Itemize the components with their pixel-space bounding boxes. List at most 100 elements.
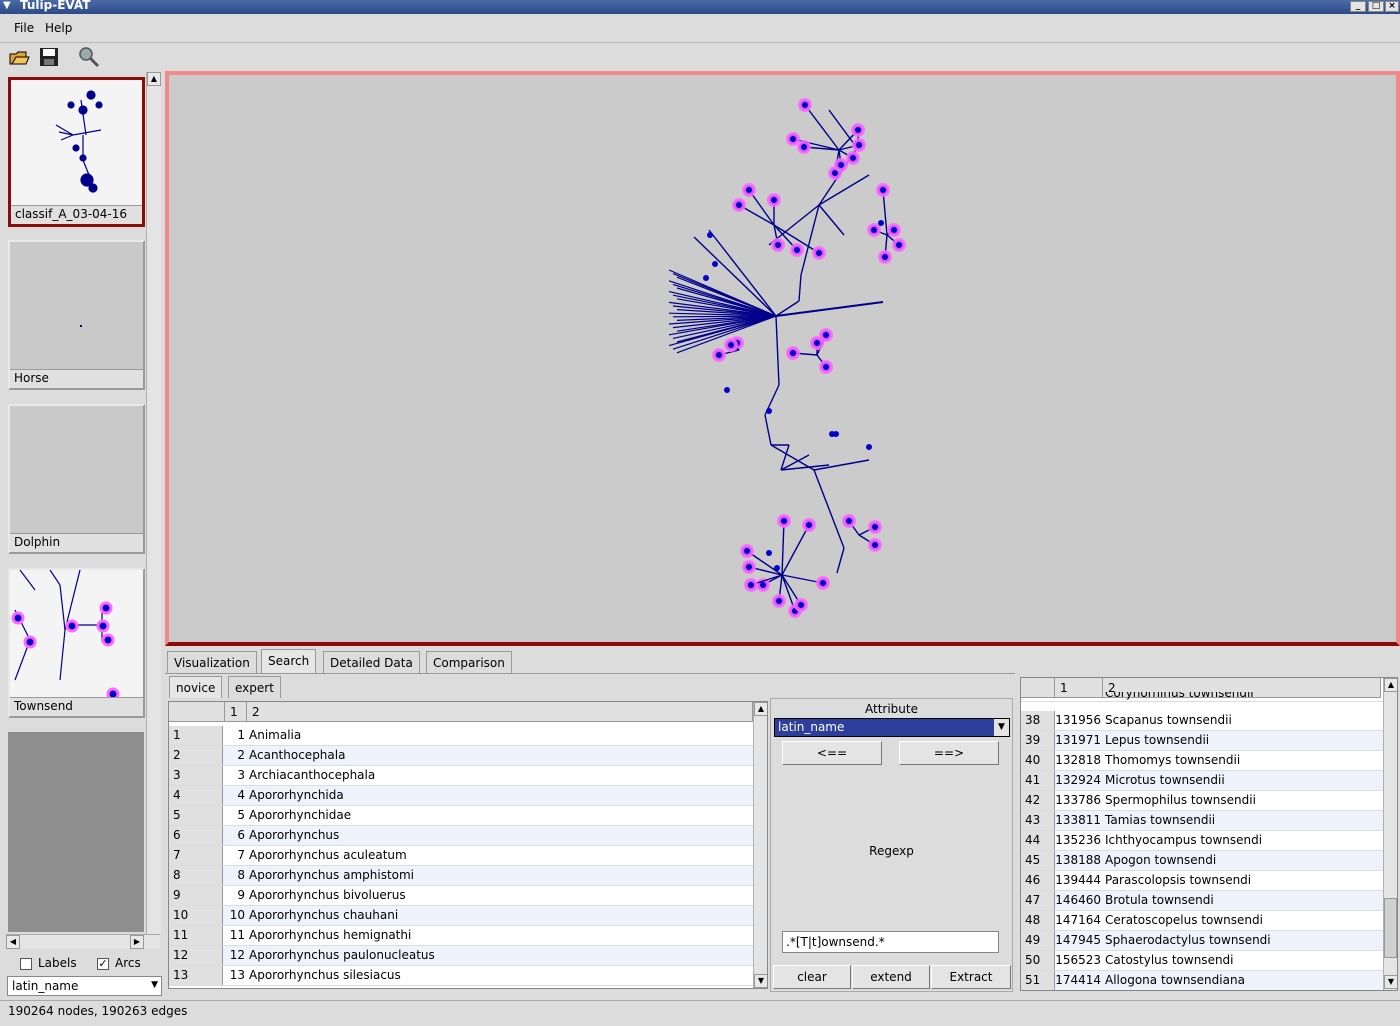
graph-node	[846, 151, 860, 165]
table-row[interactable]: 43 133811 Tamias townsendii	[1021, 811, 1383, 831]
results-scrollbar[interactable]: ▲ ▼	[1383, 678, 1397, 990]
table-row[interactable]: 12 12 Apororhynchus paulonucleatus	[169, 946, 753, 966]
table-row[interactable]: 39 131971 Lepus townsendii	[1021, 731, 1383, 751]
column-header-2[interactable]: 2	[247, 702, 753, 722]
table-row[interactable]: 50 156523 Catostylus townsendi	[1021, 951, 1383, 971]
arcs-checkbox[interactable]: ✓	[97, 958, 109, 970]
tab-detailed-data[interactable]: Detailed Data	[323, 651, 420, 673]
graph-node	[790, 243, 804, 257]
column-header-1[interactable]: 1	[225, 702, 247, 722]
table-row[interactable]: 1 1 Animalia	[169, 726, 753, 746]
row-number: 51	[1021, 971, 1055, 990]
move-left-button[interactable]: <==	[782, 741, 882, 765]
cell-id: 13	[229, 968, 245, 982]
table-row[interactable]: 6 6 Apororhynchus	[169, 826, 753, 846]
maximize-icon[interactable]: □	[1368, 1, 1384, 12]
graph-edge	[818, 174, 870, 206]
cell-name: Catostylus townsendi	[1105, 953, 1234, 967]
cell-id: 1	[237, 728, 245, 742]
graph-node	[798, 98, 812, 112]
table-row[interactable]: 41 132924 Microtus townsendii	[1021, 771, 1383, 791]
scroll-up-icon[interactable]: ▲	[147, 72, 161, 86]
cell-id: 12	[229, 948, 245, 962]
table-row[interactable]: 11 11 Apororhynchus hemignathi	[169, 926, 753, 946]
thumbnail-scrollbar[interactable]: ▲	[146, 72, 161, 934]
minimize-icon[interactable]: _	[1350, 1, 1366, 12]
table-row[interactable]: 51 174414 Allogona townsendiana	[1021, 971, 1383, 990]
scroll-left-icon[interactable]: ◀	[6, 935, 20, 949]
left-table-scrollbar[interactable]: ▲ ▼	[753, 702, 767, 988]
table-row[interactable]: Corynorhinus townsendii	[1021, 692, 1397, 702]
row-number: 5	[169, 806, 223, 825]
scroll-right-icon[interactable]: ▶	[130, 935, 144, 949]
graph-canvas[interactable]	[165, 71, 1400, 646]
subtab-expert[interactable]: expert	[228, 676, 281, 698]
table-row[interactable]: 42 133786 Spermophilus townsendii	[1021, 791, 1383, 811]
labels-checkbox[interactable]	[20, 958, 32, 970]
graph-node	[819, 328, 833, 342]
extend-button[interactable]: extend	[852, 965, 930, 989]
table-row[interactable]: 4 4 Apororhynchida	[169, 786, 753, 806]
table-row[interactable]: 44 135236 Ichthyocampus townsendi	[1021, 831, 1383, 851]
attribute-select-left[interactable]: latin_name ▼	[7, 976, 162, 996]
row-number: 11	[169, 926, 223, 945]
table-row[interactable]: 7 7 Apororhynchus aculeatum	[169, 846, 753, 866]
window-menu-icon[interactable]: ▼	[3, 0, 11, 11]
cell-name: Apororhynchus paulonucleatus	[249, 948, 435, 962]
attribute-select[interactable]: latin_name ▼	[774, 718, 1010, 737]
scroll-down-icon[interactable]: ▼	[754, 974, 767, 988]
graph-edge	[813, 469, 845, 549]
table-row[interactable]: 40 132818 Thomomys townsendii	[1021, 751, 1383, 771]
open-folder-icon[interactable]	[8, 46, 30, 68]
tab-comparison[interactable]: Comparison	[426, 651, 512, 673]
graph-thumbnail-horse[interactable]: Horse	[8, 240, 145, 390]
table-row[interactable]: 8 8 Apororhynchus amphistomi	[169, 866, 753, 886]
table-row[interactable]: 49 147945 Sphaerodactylus townsendi	[1021, 931, 1383, 951]
menu-help[interactable]: Help	[45, 21, 72, 35]
table-row[interactable]: 13 13 Apororhynchus silesiacus	[169, 966, 753, 986]
table-row[interactable]: 45 138188 Apogon townsendi	[1021, 851, 1383, 871]
scroll-up-icon[interactable]: ▲	[754, 702, 767, 716]
table-row[interactable]: 10 10 Apororhynchus chauhani	[169, 906, 753, 926]
table-row[interactable]: 3 3 Archiacanthocephala	[169, 766, 753, 786]
tab-search[interactable]: Search	[261, 649, 317, 673]
scroll-thumb[interactable]	[1384, 898, 1397, 958]
move-right-button[interactable]: ==>	[899, 741, 999, 765]
graph-node	[797, 140, 811, 154]
table-row[interactable]: 9 9 Apororhynchus bivoluerus	[169, 886, 753, 906]
table-row[interactable]: 47 146460 Brotula townsendi	[1021, 891, 1383, 911]
save-icon[interactable]	[38, 46, 60, 68]
graph-edge	[775, 301, 884, 317]
table-row[interactable]: 46 139444 Parascolopsis townsendi	[1021, 871, 1383, 891]
scroll-up-icon[interactable]: ▲	[1384, 678, 1397, 692]
cell-name: Apororhynchus silesiacus	[249, 968, 401, 982]
tab-divider	[165, 673, 1015, 674]
graph-node	[878, 250, 892, 264]
graph-thumbnail-dolphin[interactable]: Dolphin	[8, 404, 145, 554]
attribute-select-value: latin_name	[778, 720, 845, 734]
search-results-table: 1 2 Corynorhinus townsendii 38 131956 Scap…	[1020, 677, 1398, 991]
cell-name: Tamias townsendii	[1105, 813, 1216, 827]
table-row[interactable]: 38 131956 Scapanus townsendii	[1021, 711, 1383, 731]
close-icon[interactable]: ×	[1385, 1, 1399, 12]
cell-id: 7	[237, 848, 245, 862]
graph-node	[766, 408, 772, 414]
graph-node	[777, 514, 791, 528]
table-row[interactable]: 2 2 Acanthocephala	[169, 746, 753, 766]
row-number: 50	[1021, 951, 1055, 970]
menu-file[interactable]: File	[14, 21, 34, 35]
graph-node	[767, 193, 781, 207]
subtab-novice[interactable]: novice	[169, 676, 223, 698]
regexp-input[interactable]: .*[T|t]ownsend.*	[782, 931, 999, 953]
graph-thumbnail-classif[interactable]: classif_A_03-04-16	[8, 77, 145, 227]
graph-thumbnail-townsend[interactable]: Townsend	[8, 568, 145, 718]
search-zoom-icon[interactable]	[78, 46, 100, 68]
table-row[interactable]: 48 147164 Ceratoscopelus townsendi	[1021, 911, 1383, 931]
extract-button[interactable]: Extract	[931, 965, 1011, 989]
thumbnail-hscrollbar[interactable]: ◀ ▶	[6, 934, 160, 949]
tab-visualization[interactable]: Visualization	[167, 651, 257, 673]
scroll-down-icon[interactable]: ▼	[1384, 975, 1397, 989]
clear-button[interactable]: clear	[773, 965, 851, 989]
graph-edge	[836, 547, 845, 574]
table-row[interactable]: 5 5 Apororhynchidae	[169, 806, 753, 826]
